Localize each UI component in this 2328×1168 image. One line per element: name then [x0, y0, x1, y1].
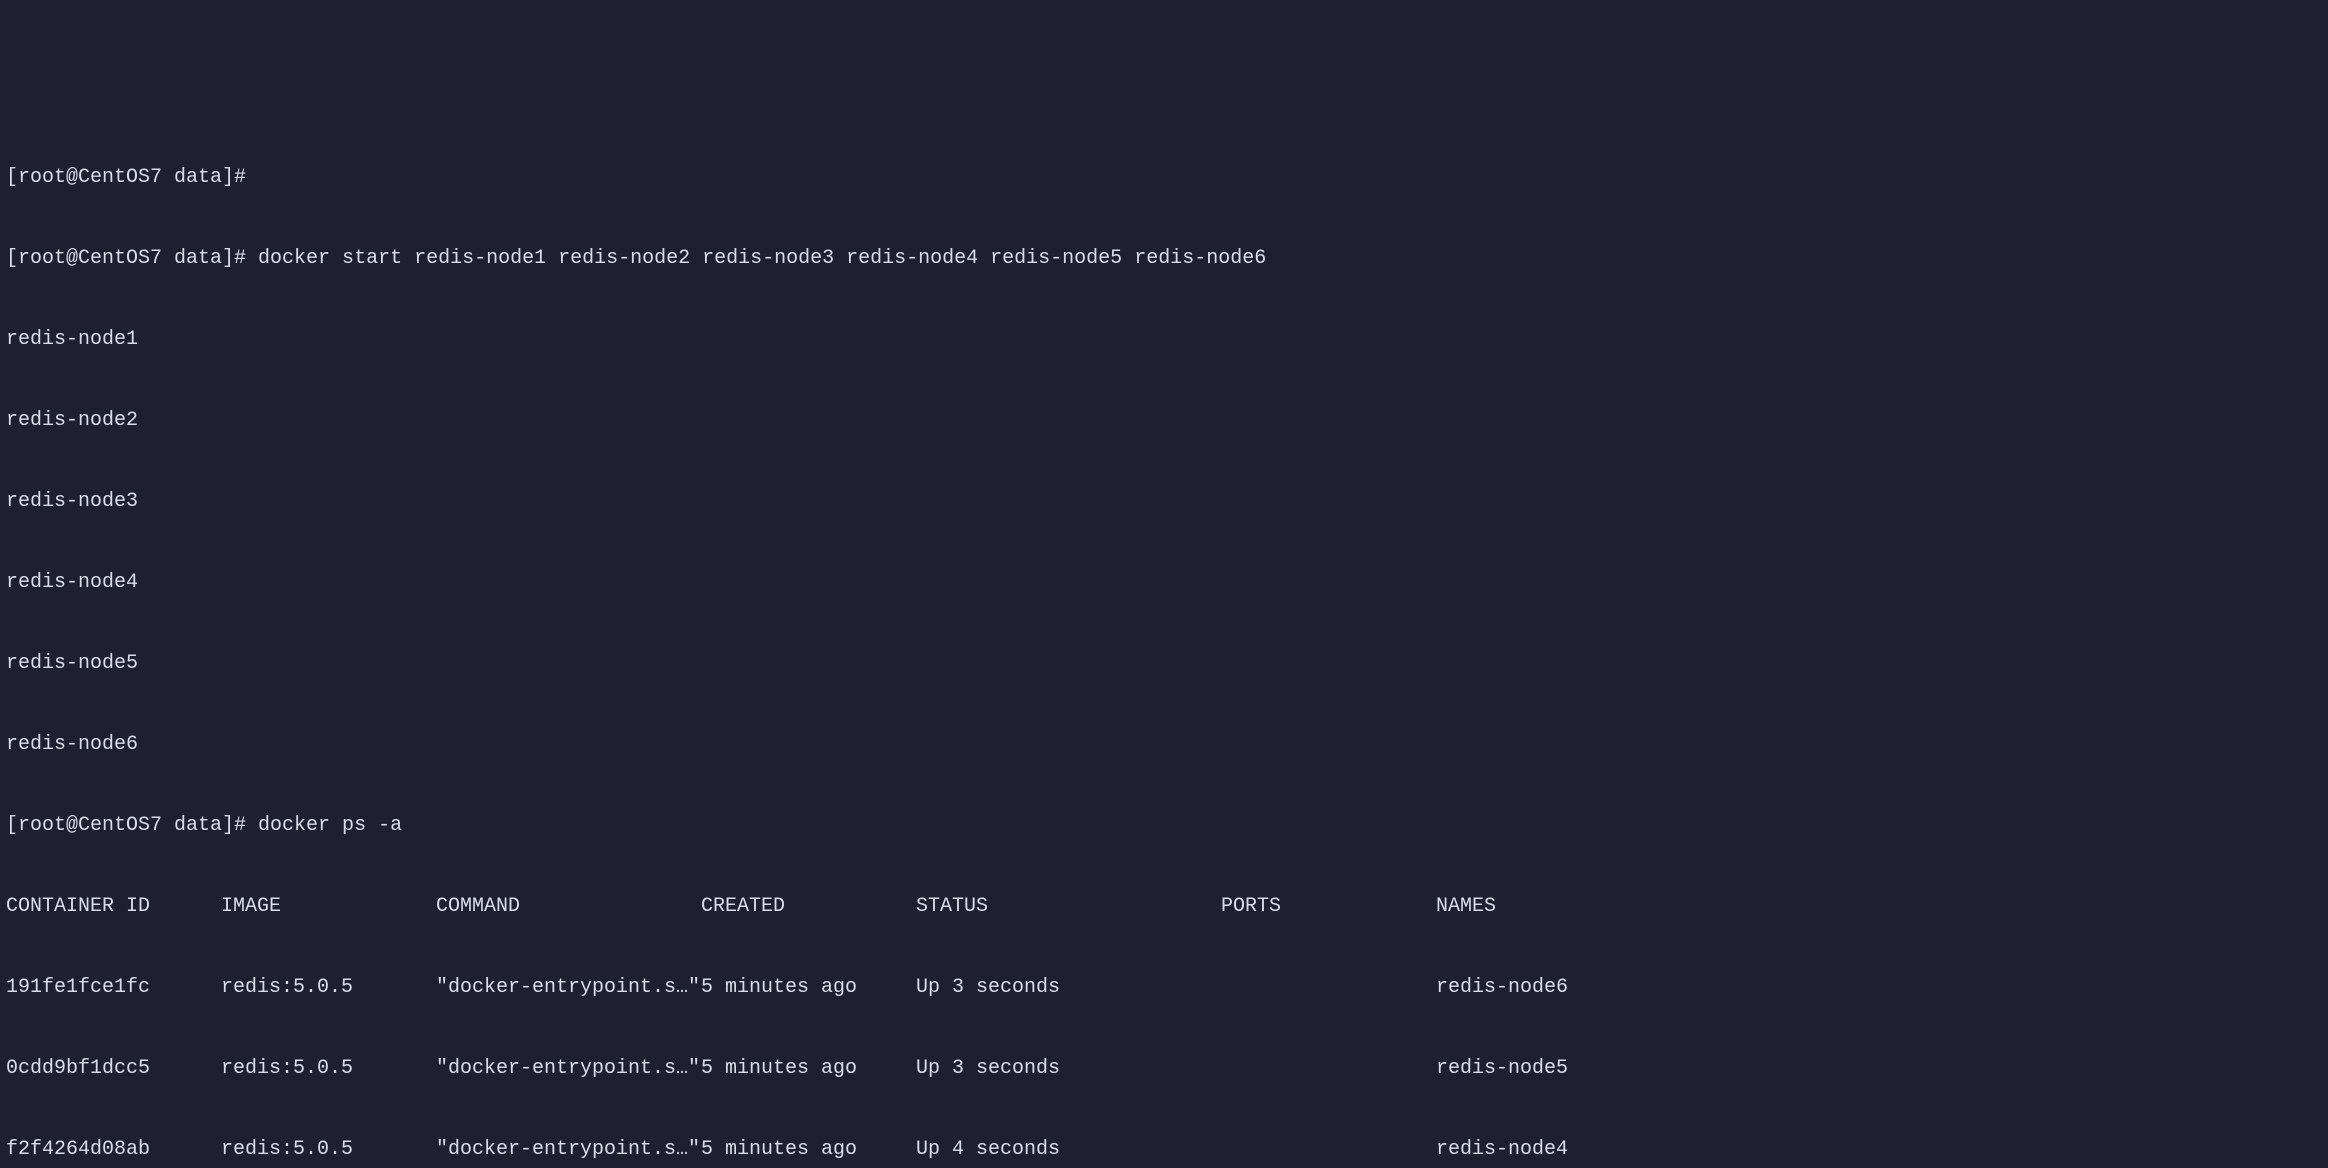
prompt-line-empty: [root@CentOS7 data]# — [6, 164, 2322, 191]
cell-status: Up 4 seconds — [916, 1136, 1221, 1163]
header-names: NAMES — [1436, 893, 2322, 920]
cell-ports — [1221, 1055, 1436, 1082]
table-row: f2f4264d08ab redis:5.0.5 "docker-entrypo… — [6, 1136, 2322, 1163]
cell-command: "docker-entrypoint.s…" — [436, 1055, 701, 1082]
header-command: COMMAND — [436, 893, 701, 920]
cell-created: 5 minutes ago — [701, 1136, 916, 1163]
shell-prompt: [root@CentOS7 data]# — [6, 814, 258, 837]
cell-ports — [1221, 974, 1436, 1001]
shell-prompt: [root@CentOS7 data]# — [6, 247, 258, 270]
output-line: redis-node6 — [6, 731, 2322, 758]
header-image: IMAGE — [221, 893, 436, 920]
header-status: STATUS — [916, 893, 1221, 920]
cell-container-id: 191fe1fce1fc — [6, 974, 221, 1001]
terminal-output[interactable]: [root@CentOS7 data]# [root@CentOS7 data]… — [6, 110, 2322, 1168]
command-text: docker ps -a — [258, 814, 402, 837]
cell-status: Up 3 seconds — [916, 1055, 1221, 1082]
header-container-id: CONTAINER ID — [6, 893, 221, 920]
output-line: redis-node3 — [6, 488, 2322, 515]
command-text: docker start redis-node1 redis-node2 red… — [258, 247, 1266, 270]
table-row: 0cdd9bf1dcc5 redis:5.0.5 "docker-entrypo… — [6, 1055, 2322, 1082]
cell-ports — [1221, 1136, 1436, 1163]
cell-container-id: f2f4264d08ab — [6, 1136, 221, 1163]
cell-status: Up 3 seconds — [916, 974, 1221, 1001]
output-line: redis-node4 — [6, 569, 2322, 596]
ps-header-row: CONTAINER ID IMAGE COMMAND CREATED STATU… — [6, 893, 2322, 920]
cell-image: redis:5.0.5 — [221, 974, 436, 1001]
output-line: redis-node1 — [6, 326, 2322, 353]
header-ports: PORTS — [1221, 893, 1436, 920]
command-line-docker-ps: [root@CentOS7 data]# docker ps -a — [6, 812, 2322, 839]
output-line: redis-node2 — [6, 407, 2322, 434]
cell-names: redis-node5 — [1436, 1055, 2322, 1082]
cell-names: redis-node4 — [1436, 1136, 2322, 1163]
cell-command: "docker-entrypoint.s…" — [436, 1136, 701, 1163]
cell-image: redis:5.0.5 — [221, 1055, 436, 1082]
cell-container-id: 0cdd9bf1dcc5 — [6, 1055, 221, 1082]
cell-image: redis:5.0.5 — [221, 1136, 436, 1163]
output-line: redis-node5 — [6, 650, 2322, 677]
command-line-docker-start: [root@CentOS7 data]# docker start redis-… — [6, 245, 2322, 272]
header-created: CREATED — [701, 893, 916, 920]
cell-created: 5 minutes ago — [701, 974, 916, 1001]
table-row: 191fe1fce1fc redis:5.0.5 "docker-entrypo… — [6, 974, 2322, 1001]
shell-prompt: [root@CentOS7 data]# — [6, 166, 246, 189]
cell-command: "docker-entrypoint.s…" — [436, 974, 701, 1001]
cell-names: redis-node6 — [1436, 974, 2322, 1001]
cell-created: 5 minutes ago — [701, 1055, 916, 1082]
